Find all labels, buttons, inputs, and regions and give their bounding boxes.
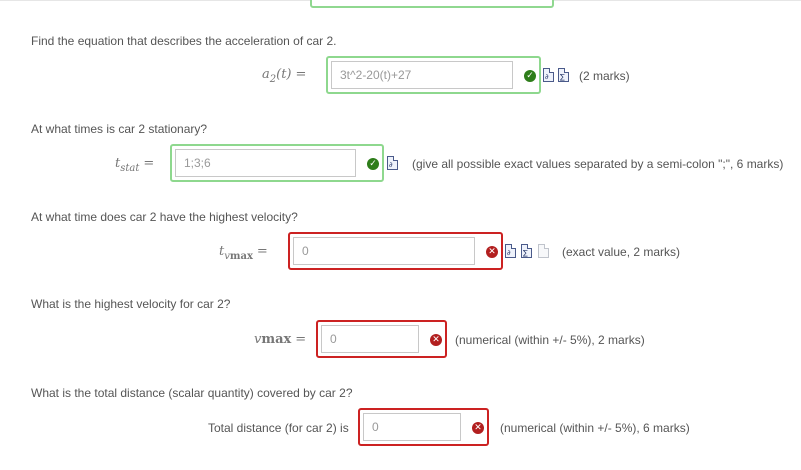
variable-subscript: stat xyxy=(120,163,140,174)
previous-answer-frame xyxy=(310,0,554,8)
question-1-answer-input[interactable]: 3t^2-20(t)+27 xyxy=(331,61,513,89)
check-circle-icon: ✓ xyxy=(367,158,379,170)
question-5-label: Total distance (for car 2) is xyxy=(208,421,349,435)
question-3-hint: (exact value, 2 marks) xyxy=(562,245,681,259)
question-2-prompt: At what times is car 2 stationary? xyxy=(31,122,208,136)
document-icon[interactable]: ∑ xyxy=(558,68,569,82)
question-1-variable: a2(t) = xyxy=(262,67,307,85)
question-3-variable: tvmax = xyxy=(219,244,268,262)
check-circle-icon: ✓ xyxy=(524,70,536,82)
question-3-prompt: At what time does car 2 have the highest… xyxy=(31,210,298,224)
equals-sign: = xyxy=(295,67,307,82)
question-5-prompt: What is the total distance (scalar quant… xyxy=(31,386,353,400)
equals-sign: = xyxy=(295,332,307,347)
question-4-answer-input[interactable]: 0 xyxy=(321,325,419,353)
equals-sign: = xyxy=(256,244,268,259)
question-4-hint: (numerical (within +/- 5%), 2 marks) xyxy=(455,333,645,347)
question-1-answer-frame: 3t^2-20(t)+27 ✓ xyxy=(326,56,541,94)
question-4-variable: vmax = xyxy=(254,332,306,347)
question-2-variable: tstat = xyxy=(115,156,155,174)
question-2-hint: (give all possible exact values separate… xyxy=(412,157,784,171)
document-icon[interactable]: ∂ xyxy=(387,156,398,170)
variable-argument: (t) xyxy=(276,67,292,82)
cross-circle-icon: ✕ xyxy=(430,334,442,346)
question-3-answer-input[interactable]: 0 xyxy=(293,237,475,265)
cross-circle-icon: ✕ xyxy=(472,422,484,434)
variable-subscript: vmax xyxy=(224,251,253,262)
question-2-answer-input[interactable]: 1;3;6 xyxy=(175,149,356,177)
question-4-prompt: What is the highest velocity for car 2? xyxy=(31,297,231,311)
variable-subscript: 2 xyxy=(269,74,277,85)
cross-circle-icon: ✕ xyxy=(486,246,498,258)
question-2-answer-frame: 1;3;6 ✓ xyxy=(170,144,384,182)
variable-subscript-upright: max xyxy=(229,251,253,262)
variable-upright: max xyxy=(261,332,292,347)
document-icon[interactable]: ∑ xyxy=(521,244,532,258)
document-icon[interactable]: ∂ xyxy=(505,244,516,258)
question-4-answer-frame: 0 ✕ xyxy=(316,320,447,358)
question-5-hint: (numerical (within +/- 5%), 6 marks) xyxy=(500,421,690,435)
document-icon[interactable]: ∂ xyxy=(543,68,554,82)
question-1-prompt: Find the equation that describes the acc… xyxy=(31,34,337,48)
variable-main: a xyxy=(262,67,270,82)
question-5-answer-input[interactable]: 0 xyxy=(363,413,461,441)
equals-sign: = xyxy=(143,156,155,171)
blank-document-icon[interactable] xyxy=(538,244,549,258)
question-1-hint: (2 marks) xyxy=(579,69,630,83)
question-3-answer-frame: 0 ✕ xyxy=(288,232,503,270)
question-5-answer-frame: 0 ✕ xyxy=(358,408,489,446)
